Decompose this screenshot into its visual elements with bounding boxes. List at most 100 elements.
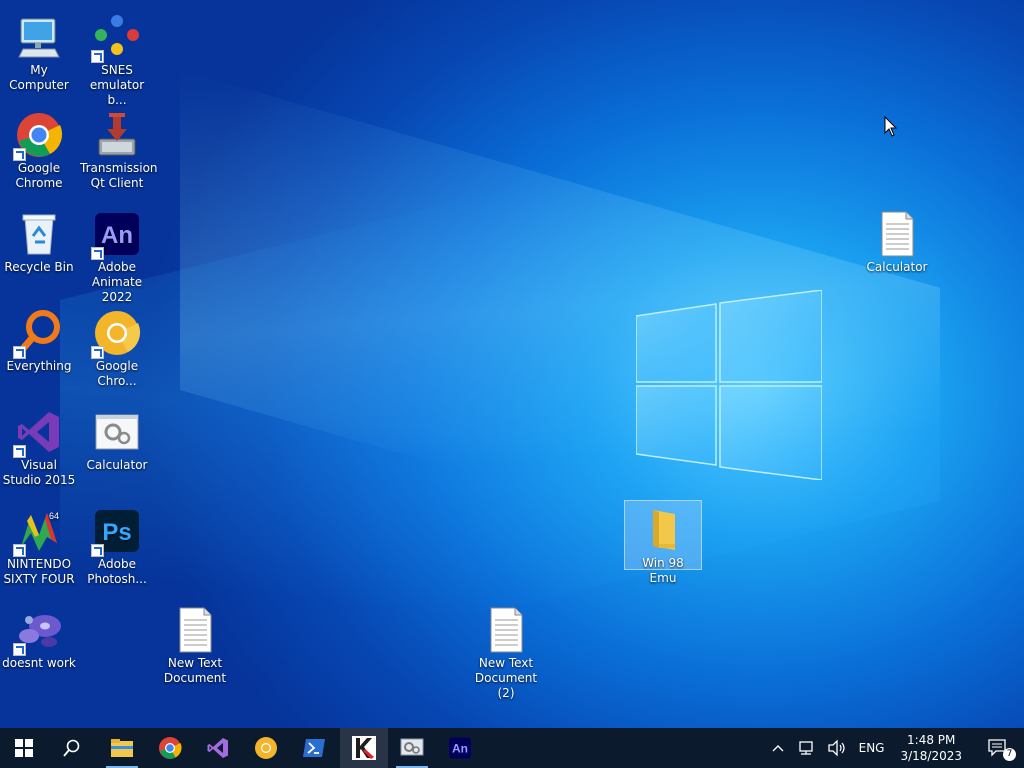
icon-label: Recycle Bin	[4, 260, 74, 274]
file-explorer-icon	[111, 739, 133, 757]
desktop-icon-new-text-document[interactable]: New Text Document	[156, 601, 234, 686]
desktop-icon-win-98-emu[interactable]: Win 98 Emu	[624, 500, 702, 585]
icon-label: New Text Document	[163, 656, 227, 685]
search-button[interactable]	[48, 728, 96, 768]
svg-text:An: An	[101, 222, 133, 249]
search-icon	[63, 739, 80, 757]
n64-emulator-icon: 64	[13, 507, 63, 557]
desktop-icon-visual-studio-2015[interactable]: Visual Studio 2015	[0, 403, 78, 488]
icon-label: Calculator	[866, 260, 928, 274]
chrome-icon	[13, 111, 63, 161]
show-hidden-icons-button[interactable]	[765, 728, 791, 768]
icon-label: Win 98 Emu	[642, 556, 684, 585]
shortcut-arrow-icon	[13, 643, 26, 656]
text-document-icon	[873, 210, 921, 258]
adobe-photoshop-icon: Ps	[91, 507, 141, 557]
windows-start-icon	[15, 739, 33, 757]
clock-time: 1:48 PM	[907, 733, 956, 747]
transmission-icon	[93, 111, 141, 159]
desktop-icon-google-chrome-canary[interactable]: Google Chro...	[78, 304, 156, 389]
icon-label: Google Chrome	[15, 161, 63, 190]
input-language-indicator[interactable]: ENG	[853, 728, 891, 768]
svg-text:64: 64	[49, 511, 59, 521]
desktop-icon-nintendo-sixty-four[interactable]: 64 NINTENDO SIXTY FOUR	[0, 502, 78, 587]
desktop-icon-adobe-animate-2022[interactable]: An Adobe Animate 2022	[78, 205, 156, 305]
visual-studio-icon	[207, 738, 228, 758]
wallpaper-light-beam	[180, 70, 940, 608]
desktop-icon-everything[interactable]: Everything	[0, 304, 78, 374]
taskbar-kaspersky[interactable]	[340, 728, 388, 768]
notification-count-badge: 7	[1003, 748, 1016, 761]
windows-logo-wallpaper	[636, 290, 822, 480]
icon-label: New Text Document (2)	[474, 656, 538, 700]
icon-label: SNES emulator b...	[89, 63, 145, 107]
taskbar-network-tool[interactable]	[388, 728, 436, 768]
discs-app-icon	[13, 606, 63, 656]
snes-controller-icon	[91, 13, 141, 63]
icon-label: Adobe Photosh...	[87, 557, 147, 586]
network-icon	[798, 741, 813, 755]
speaker-icon	[827, 740, 845, 756]
system-tray: ENG 1:48 PM 3/18/2023 7	[765, 728, 1024, 768]
network-tool-icon	[400, 738, 424, 756]
svg-text:Ps: Ps	[102, 519, 131, 546]
shortcut-arrow-icon	[13, 346, 26, 359]
mouse-pointer-icon	[884, 116, 898, 137]
svg-text:An: An	[452, 742, 468, 756]
chrome-icon	[159, 737, 182, 759]
everything-search-icon	[13, 309, 63, 359]
shortcut-arrow-icon	[91, 50, 104, 63]
network-button[interactable]	[791, 728, 821, 768]
icon-label: My Computer	[9, 63, 69, 92]
start-button[interactable]	[0, 728, 48, 768]
text-document-icon	[482, 606, 530, 654]
desktop-icon-transmission-qt-client[interactable]: Transmission Qt Client	[78, 106, 158, 191]
taskbar-powershell[interactable]	[290, 728, 338, 768]
adobe-animate-icon: An	[449, 737, 471, 759]
icon-label: doesnt work	[2, 656, 76, 670]
desktop-icon-doesnt-work[interactable]: doesnt work	[0, 601, 78, 671]
desktop[interactable]: My Computer Google Chrome Recycle Bin Ev…	[0, 0, 1024, 728]
shortcut-arrow-icon	[13, 148, 26, 161]
desktop-icon-google-chrome[interactable]: Google Chrome	[0, 106, 78, 191]
text-document-icon	[171, 606, 219, 654]
adobe-animate-icon: An	[91, 210, 141, 260]
desktop-icon-calculator-document[interactable]: Calculator	[858, 205, 936, 275]
chrome-canary-icon	[255, 737, 277, 759]
taskbar: An ENG 1:48 PM 3/18/2023 7	[0, 728, 1024, 768]
taskbar-chrome[interactable]	[146, 728, 194, 768]
icon-label: Everything	[6, 359, 72, 373]
taskbar-file-explorer[interactable]	[98, 728, 146, 768]
shortcut-arrow-icon	[91, 346, 104, 359]
clock[interactable]: 1:48 PM 3/18/2023	[890, 728, 972, 768]
icon-label: Calculator	[86, 458, 148, 472]
icon-label: Visual Studio 2015	[2, 458, 76, 487]
icon-label: NINTENDO SIXTY FOUR	[3, 557, 75, 586]
taskbar-adobe-animate[interactable]: An	[436, 728, 484, 768]
chrome-canary-icon	[91, 309, 141, 359]
shortcut-arrow-icon	[91, 544, 104, 557]
desktop-icon-recycle-bin[interactable]: Recycle Bin	[0, 205, 78, 275]
desktop-icon-new-text-document-2[interactable]: New Text Document (2)	[467, 601, 545, 701]
computer-icon	[15, 13, 63, 61]
visual-studio-icon	[13, 408, 63, 458]
icon-label: Google Chro...	[95, 359, 139, 388]
taskbar-chrome-canary[interactable]	[242, 728, 290, 768]
shortcut-arrow-icon	[91, 247, 104, 260]
action-center-button[interactable]: 7	[972, 728, 1024, 768]
desktop-icon-calculator-app[interactable]: Calculator	[78, 403, 156, 473]
desktop-icon-adobe-photoshop[interactable]: Ps Adobe Photosh...	[78, 502, 156, 587]
clock-date: 3/18/2023	[900, 749, 962, 763]
icon-label: Adobe Animate 2022	[91, 260, 143, 304]
kaspersky-icon	[352, 736, 376, 760]
shortcut-arrow-icon	[13, 544, 26, 557]
desktop-icon-my-computer[interactable]: My Computer	[0, 8, 78, 93]
powershell-icon	[303, 739, 325, 757]
icon-label: Transmission Qt Client	[80, 161, 158, 190]
volume-button[interactable]	[821, 728, 853, 768]
taskbar-visual-studio[interactable]	[194, 728, 242, 768]
desktop-icon-snes-emulator[interactable]: SNES emulator b...	[78, 8, 156, 108]
folder-icon	[639, 506, 687, 554]
recycle-bin-icon	[15, 210, 63, 258]
chevron-up-icon	[772, 745, 784, 752]
